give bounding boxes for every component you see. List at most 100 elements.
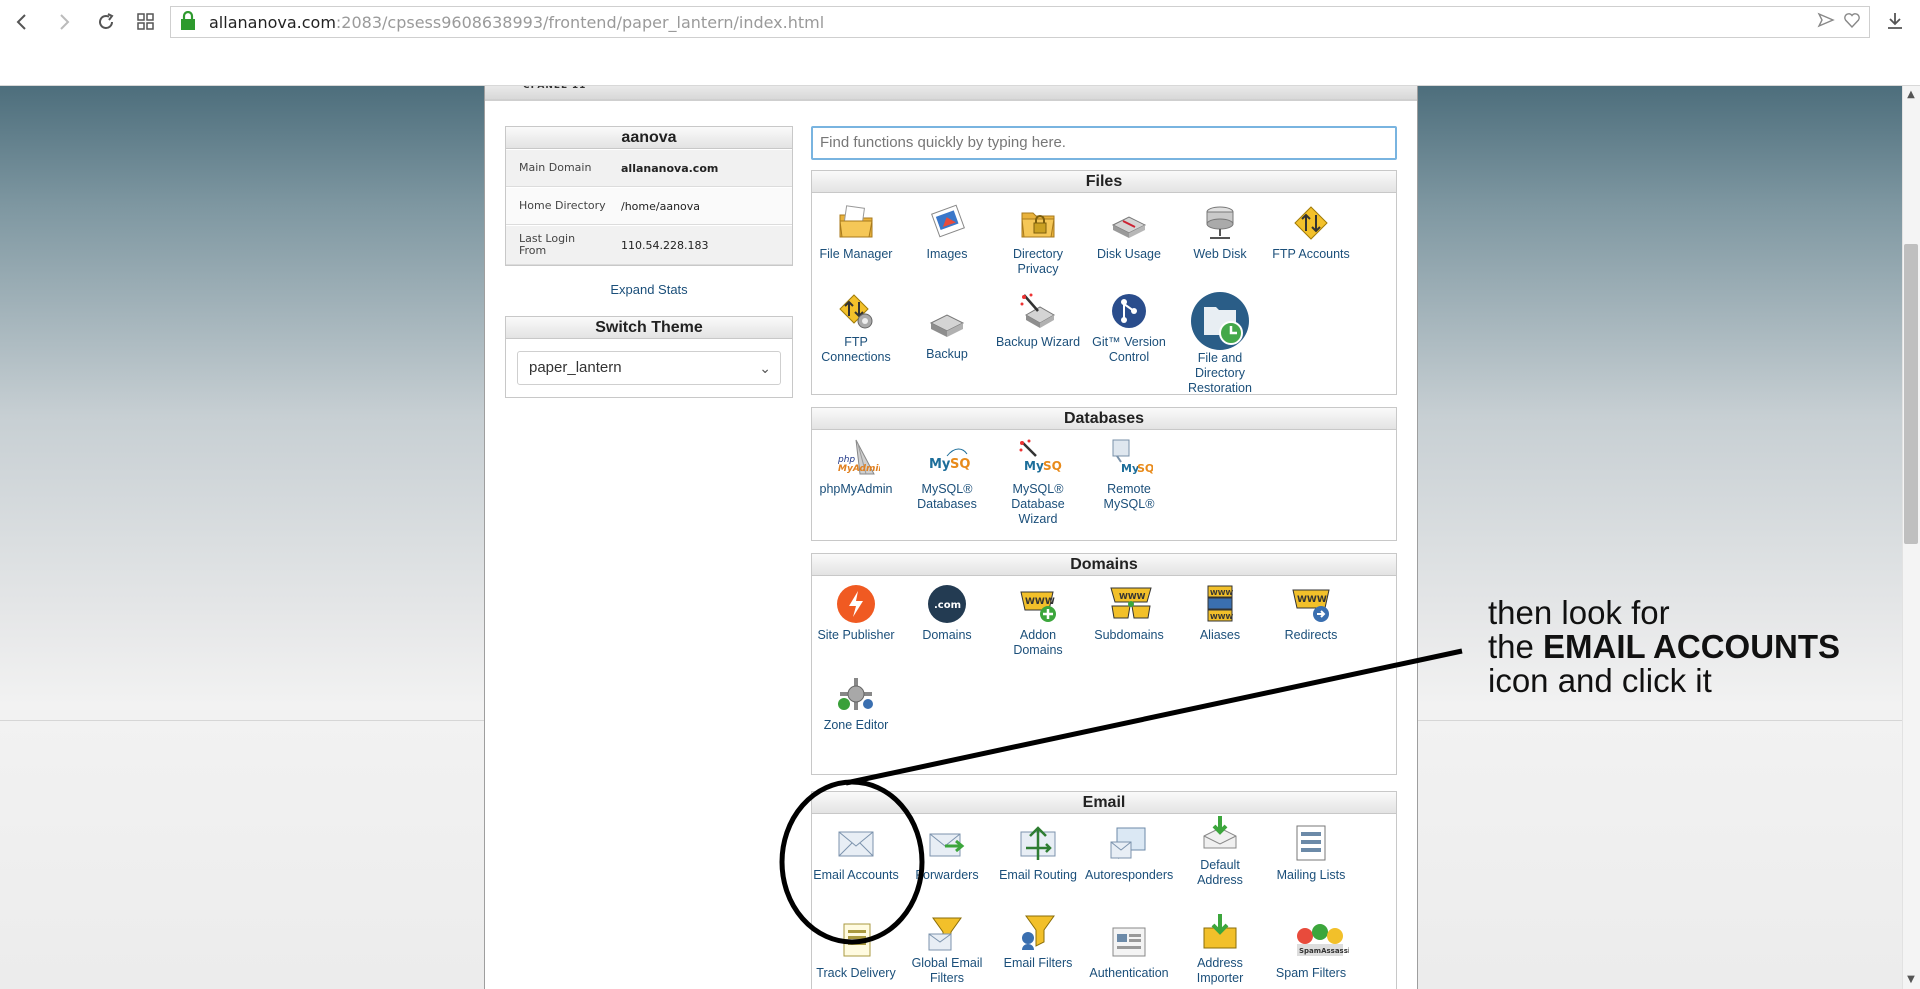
cpanel-panel: CPANEL 11 aanova Main Domain allananova.…: [484, 81, 1418, 989]
addon-domains-link[interactable]: WWW Addon Domains: [994, 584, 1082, 658]
annotation-line-2: the EMAIL ACCOUNTS: [1488, 630, 1840, 664]
address-importer-icon: [1200, 912, 1240, 952]
username-header: aanova: [506, 127, 792, 149]
section-files: Files File Manager Images Directory Priv…: [811, 170, 1397, 395]
spam-filters-link[interactable]: SpamAssassin Spam Filters: [1267, 922, 1355, 981]
stat-label: Home Directory: [519, 199, 606, 212]
directory-privacy-link[interactable]: Directory Privacy: [994, 203, 1082, 277]
svg-text:WWW: WWW: [1119, 592, 1146, 601]
download-icon[interactable]: [1884, 10, 1910, 36]
autoresponders-icon: [1109, 824, 1149, 864]
theme-select-value: paper_lantern: [529, 359, 622, 376]
item-label: File and Directory Restoration: [1188, 351, 1252, 395]
ftp-connections-link[interactable]: FTP Connections: [812, 291, 900, 365]
stat-value: /home/aanova: [621, 199, 701, 213]
aliases-icon: WWW WWW: [1200, 584, 1240, 624]
item-label: Redirects: [1284, 628, 1338, 642]
search-placeholder: Find functions quickly by typing here.: [820, 134, 1066, 151]
page-scrollbar[interactable]: ▲ ▼: [1902, 86, 1920, 989]
phpmyadmin-icon: phpMyAdmin: [836, 438, 885, 478]
item-label: Images: [926, 247, 968, 261]
expand-stats-link[interactable]: Expand Stats: [505, 282, 793, 297]
speed-dial-icon[interactable]: [132, 8, 160, 36]
mysql-databases-link[interactable]: MySQL MySQL® Databases: [903, 438, 991, 512]
item-label: Spam Filters: [1275, 966, 1347, 980]
address-bar[interactable]: allananova.com:2083/cpsess9608638993/fro…: [170, 6, 1870, 38]
redirects-link[interactable]: WWW Redirects: [1267, 584, 1355, 643]
svg-text:WWW: WWW: [1210, 589, 1233, 597]
email-routing-link[interactable]: Email Routing: [994, 824, 1082, 883]
stat-row-last-login: Last Login From 110.54.228.183: [506, 225, 792, 265]
default-address-link[interactable]: Default Address: [1176, 814, 1264, 888]
file-directory-restoration-link[interactable]: File and Directory Restoration: [1176, 291, 1264, 396]
scroll-down-icon[interactable]: ▼: [1905, 975, 1917, 985]
item-label: Global Email Filters: [911, 956, 983, 985]
global-filters-icon: [927, 912, 967, 952]
item-label: File Manager: [819, 247, 893, 261]
search-input[interactable]: Find functions quickly by typing here.: [811, 126, 1397, 160]
disk-usage-link[interactable]: Disk Usage: [1085, 203, 1173, 262]
mailing-lists-link[interactable]: Mailing Lists: [1267, 824, 1355, 883]
item-label: Address Importer: [1196, 956, 1244, 985]
item-label: Backup: [926, 347, 968, 361]
track-delivery-icon: [836, 922, 876, 962]
svg-text:MyAdmin: MyAdmin: [838, 464, 880, 474]
zone-editor-link[interactable]: Zone Editor: [812, 674, 900, 733]
section-header-domains: Domains: [812, 554, 1396, 576]
svg-text:My: My: [929, 457, 951, 472]
authentication-icon: [1109, 922, 1149, 962]
svg-text:SQL: SQL: [1137, 462, 1153, 475]
folder-lock-icon: [1018, 203, 1058, 243]
web-disk-link[interactable]: Web Disk: [1176, 203, 1264, 262]
item-label: Zone Editor: [823, 718, 889, 732]
phpmyadmin-link[interactable]: phpMyAdmin phpMyAdmin: [812, 438, 900, 497]
back-icon[interactable]: [8, 8, 36, 36]
subdomains-link[interactable]: WWW Subdomains: [1085, 584, 1173, 643]
domains-link[interactable]: .com Domains: [903, 584, 991, 643]
reload-icon[interactable]: [92, 8, 120, 36]
autoresponders-link[interactable]: Autoresponders: [1085, 824, 1173, 883]
svg-text:WWW: WWW: [1210, 613, 1233, 621]
backup-link[interactable]: Backup: [903, 303, 991, 362]
subdomains-icon: WWW: [1109, 584, 1152, 624]
annotation-line-1: then look for: [1488, 594, 1670, 631]
address-importer-link[interactable]: Address Importer: [1176, 912, 1264, 986]
authentication-link[interactable]: Authentication: [1085, 922, 1173, 981]
scroll-thumb[interactable]: [1904, 244, 1918, 544]
annotation-line-2-bold: EMAIL ACCOUNTS: [1543, 628, 1841, 665]
svg-text:SQL: SQL: [950, 457, 971, 472]
images-link[interactable]: Images: [903, 203, 991, 262]
forward-icon[interactable]: [50, 8, 78, 36]
annotation-text: then look for the EMAIL ACCOUNTS icon an…: [1488, 596, 1840, 698]
git-version-control-link[interactable]: Git™ Version Control: [1085, 291, 1173, 365]
item-label: Addon Domains: [1013, 628, 1063, 657]
mysql-database-wizard-link[interactable]: MySQL MySQL® Database Wizard: [994, 438, 1082, 527]
mysql-wizard-icon: MySQL: [1018, 438, 1070, 478]
backup-wizard-icon: [1018, 291, 1058, 331]
aliases-link[interactable]: WWW WWW Aliases: [1176, 584, 1264, 643]
theme-select[interactable]: paper_lantern ⌄: [517, 351, 781, 385]
email-accounts-link[interactable]: Email Accounts: [812, 824, 900, 883]
svg-text:My: My: [1024, 459, 1044, 473]
global-email-filters-link[interactable]: Global Email Filters: [903, 912, 991, 986]
email-filters-link[interactable]: Email Filters: [994, 912, 1082, 971]
remote-mysql-link[interactable]: MySQL Remote MySQL®: [1085, 438, 1173, 512]
track-delivery-link[interactable]: Track Delivery: [812, 922, 900, 981]
item-label: Git™ Version Control: [1092, 335, 1166, 364]
section-domains: Domains Site Publisher .com Domains WWW …: [811, 553, 1397, 775]
item-label: Disk Usage: [1097, 247, 1161, 261]
scroll-up-icon[interactable]: ▲: [1905, 90, 1917, 100]
browser-chrome: allananova.com:2083/cpsess9608638993/fro…: [0, 0, 1920, 86]
images-icon: [927, 203, 967, 243]
forwarders-link[interactable]: Forwarders: [903, 824, 991, 883]
bookmark-heart-icon[interactable]: [1843, 11, 1861, 34]
backup-wizard-link[interactable]: Backup Wizard: [994, 291, 1082, 350]
item-label: Forwarders: [915, 868, 979, 882]
item-label: phpMyAdmin: [819, 482, 893, 496]
email-accounts-icon: [836, 824, 876, 864]
site-publisher-link[interactable]: Site Publisher: [812, 584, 900, 643]
ftp-accounts-link[interactable]: FTP Accounts: [1267, 203, 1355, 262]
send-icon[interactable]: [1817, 11, 1835, 34]
file-manager-link[interactable]: File Manager: [812, 203, 900, 262]
remote-mysql-icon: MySQL: [1109, 438, 1161, 478]
